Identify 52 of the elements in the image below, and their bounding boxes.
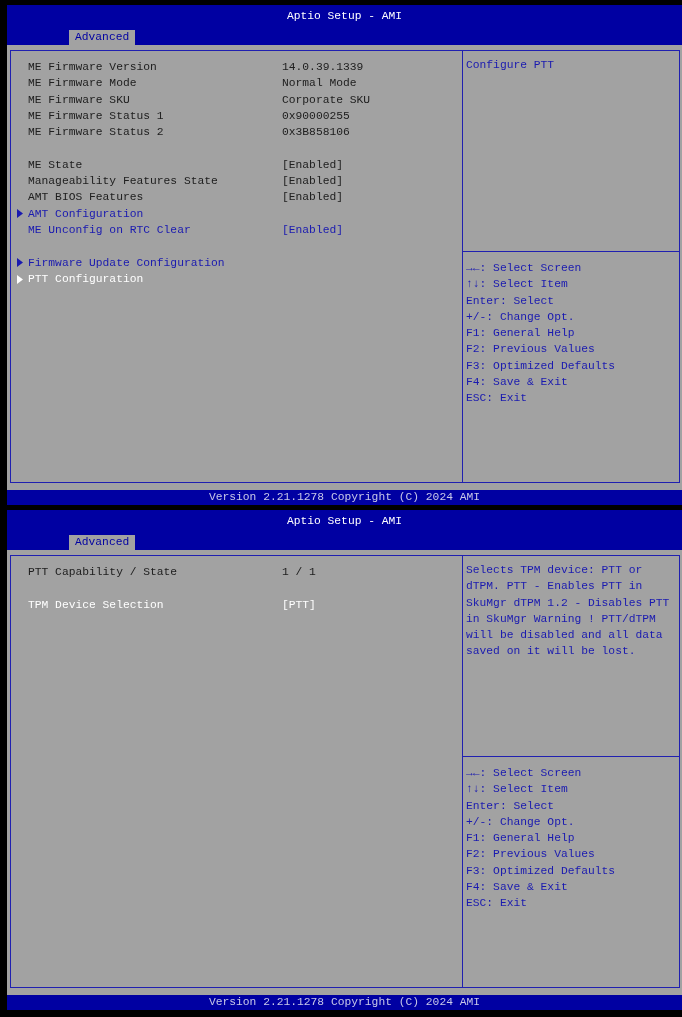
key-hint: F2: Previous Values [466, 342, 596, 358]
menu-item[interactable]: AMT Configuration [28, 205, 282, 222]
key-hint: ESC: Exit [466, 391, 528, 407]
key-hint: ↑↓: Select Item [466, 277, 569, 293]
key-hint: F2: Previous Values [466, 847, 596, 863]
setting-value[interactable]: [PTT] [282, 596, 316, 613]
help-text: Selects TPM device: PTT or dTPM. PTT - Enables PTT in SkuMgr dTPM 1.2 - Disables PTT in SkuMgr Warning ! PTT/dTPM will be disabled and all data saved on it will be lost. [466, 563, 671, 660]
menu-item[interactable]: ME Unconfig on RTC Clear [28, 221, 282, 239]
key-hint: →←: Select Screen [466, 261, 583, 276]
key-hint: F4: Save & Exit [466, 375, 569, 391]
key-hint: F1: General Help [466, 831, 576, 847]
setting-value: Corporate SKU [282, 92, 371, 108]
key-hint: F3: Optimized Defaults [466, 863, 617, 879]
setting-value: Normal Mode [282, 76, 357, 92]
setting-label: ME Firmware Version [28, 60, 158, 75]
setting-value: [Enabled] [282, 174, 343, 190]
key-hint: +/-: Change Opt. [466, 309, 576, 325]
setting-value[interactable]: [Enabled] [282, 221, 343, 239]
menu-item[interactable]: PTT Configuration [28, 270, 282, 288]
key-hint: F4: Save & Exit [466, 880, 569, 896]
setting-value: 0x90000255 [282, 108, 350, 124]
setting-label: AMT BIOS Features [28, 190, 145, 206]
window-title: Aptio Setup - AMI [285, 9, 404, 24]
setting-label: Manageability Features State [28, 174, 219, 190]
tab[interactable]: Advanced [69, 535, 136, 550]
tab[interactable]: Advanced [69, 30, 136, 45]
setting-value: 0x3B858106 [282, 125, 350, 141]
menu-item[interactable]: TPM Device Selection [28, 596, 282, 613]
help-text: Configure PTT [466, 58, 556, 73]
key-hint: ESC: Exit [466, 896, 528, 912]
submenu-arrow-icon [16, 209, 23, 219]
key-hint: Enter: Select [466, 293, 556, 309]
setting-value: 1 / 1 [282, 565, 316, 580]
key-hint: ↑↓: Select Item [466, 782, 569, 798]
key-hint: →←: Select Screen [466, 766, 583, 781]
setting-value: [Enabled] [282, 190, 343, 206]
version-footer: Version 2.21.1278 Copyright (C) 2024 AMI [7, 995, 682, 1010]
key-hint: F3: Optimized Defaults [466, 358, 617, 374]
window-title: Aptio Setup - AMI [285, 514, 404, 529]
setting-label: ME Firmware SKU [28, 92, 131, 108]
key-hint: Enter: Select [466, 798, 556, 814]
setting-label: PTT Capability / State [28, 565, 179, 580]
key-hint: F1: General Help [466, 326, 576, 342]
setting-label: ME Firmware Status 1 [28, 108, 165, 124]
setting-value: 14.0.39.1339 [282, 60, 364, 75]
setting-label: ME State [28, 157, 84, 173]
setting-label: ME Firmware Mode [28, 76, 138, 92]
menu-item[interactable]: Firmware Update Configuration [28, 254, 282, 271]
setting-label: ME Firmware Status 2 [28, 125, 165, 141]
key-hint: +/-: Change Opt. [466, 814, 576, 830]
setting-value: [Enabled] [282, 157, 343, 173]
version-footer: Version 2.21.1278 Copyright (C) 2024 AMI [7, 490, 682, 505]
